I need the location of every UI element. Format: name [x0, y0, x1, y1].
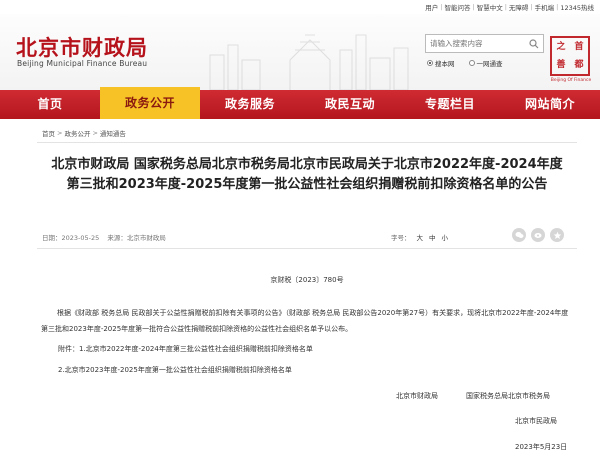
topbar-link-qa[interactable]: 智能问答 [445, 2, 471, 12]
topbar-link-accessibility[interactable]: 无障碍 [509, 2, 529, 12]
signature-date: 2023年5月23日 [515, 443, 568, 451]
qzone-icon[interactable] [550, 228, 564, 242]
seal-logo: 之 首 善 都 [550, 36, 590, 76]
weibo-icon[interactable] [531, 228, 545, 242]
article-container: 首页 > 政务公开 > 通知通告 北京市财政局 国家税务总局北京市税务局北京市民… [37, 124, 577, 464]
breadcrumb-gov-affairs[interactable]: 政务公开 [64, 128, 90, 138]
skyline-illustration [209, 34, 409, 90]
nav-item-services[interactable]: 政务服务 [200, 90, 300, 119]
chevron-right-icon: > [92, 129, 98, 137]
search-scope-all[interactable]: 一网通查 [468, 58, 503, 68]
signature-civil-affairs: 北京市民政局 [515, 417, 557, 425]
radio-icon [468, 60, 475, 66]
breadcrumb: 首页 > 政务公开 > 通知通告 [42, 128, 126, 138]
wechat-icon[interactable] [512, 228, 526, 242]
site-subtitle: Beijing Municipal Finance Bureau [17, 59, 148, 68]
radio-icon [427, 60, 433, 66]
divider [37, 248, 577, 249]
font-size-large[interactable]: 大 [417, 232, 424, 242]
article-date: 日期：2023-05-25 [42, 234, 100, 242]
font-size-medium[interactable]: 中 [429, 232, 436, 242]
font-size-small[interactable]: 小 [442, 232, 449, 242]
topbar-link-hotline[interactable]: 12345热线 [560, 2, 594, 12]
nav-item-interaction[interactable]: 政民互动 [300, 90, 400, 119]
seal-caption: Beijing Of Finance [550, 78, 592, 83]
share-buttons [512, 228, 569, 242]
topbar-link-mobile[interactable]: 手机端 [535, 2, 555, 12]
attachment-link-2[interactable]: 2.北京市2023年度-2025年度第一批公益性社会组织捐赠税前扣除资格名单 [58, 365, 292, 375]
site-title[interactable]: 北京市财政局 [16, 32, 148, 62]
signature-tax-bureau: 国家税务总局北京市税务局 [466, 392, 550, 400]
article-body: 根据《财政部 税务总局 民政部关于公益性捐赠税前扣除有关事项的公告》（财政部 税… [41, 309, 569, 333]
search-scope-site[interactable]: 搜本网 [427, 58, 455, 68]
article-title: 北京市财政局 国家税务总局北京市税务局北京市民政局关于北京市2022年度-202… [51, 157, 563, 192]
nav-item-about[interactable]: 网站简介 [500, 90, 600, 119]
article-source: 来源：北京市财政局 [107, 234, 166, 242]
breadcrumb-home[interactable]: 首页 [42, 128, 55, 138]
article-meta: 日期：2023-05-25 来源：北京市财政局 [42, 232, 172, 242]
topbar-link-user[interactable]: 用户 [425, 2, 438, 12]
font-size-control: 字号： 大 中 小 [391, 232, 454, 242]
nav-item-home[interactable]: 首页 [0, 90, 100, 119]
search-button[interactable] [524, 35, 543, 52]
nav-item-topics[interactable]: 专题栏目 [400, 90, 500, 119]
nav-item-gov-affairs[interactable]: 政务公开 [100, 87, 200, 119]
search-scope: 搜本网 一网通查 [427, 58, 517, 68]
document-number: 京财税〔2023〕780号 [270, 276, 344, 284]
signature-finance-bureau: 北京市财政局 [396, 392, 438, 400]
breadcrumb-notices[interactable]: 通知通告 [100, 128, 126, 138]
site-header: 北京市财政局 Beijing Municipal Finance Bureau … [0, 14, 600, 90]
topbar-link-chinese[interactable]: 智慧中文 [477, 2, 503, 12]
divider [37, 142, 577, 143]
top-utility-bar: 用户 | 智能问答 | 智慧中文 | 无障碍 | 手机端 | 12345热线 [425, 2, 594, 12]
search-icon [528, 38, 538, 48]
attachment-link-1[interactable]: 附件：1.北京市2022年度-2024年度第三批公益性社会组织捐赠税前扣除资格名… [58, 344, 313, 354]
main-nav: 首页 政务公开 政务服务 政民互动 专题栏目 网站简介 [0, 87, 600, 119]
font-size-label: 字号： [391, 234, 411, 242]
chevron-right-icon: > [57, 129, 63, 137]
